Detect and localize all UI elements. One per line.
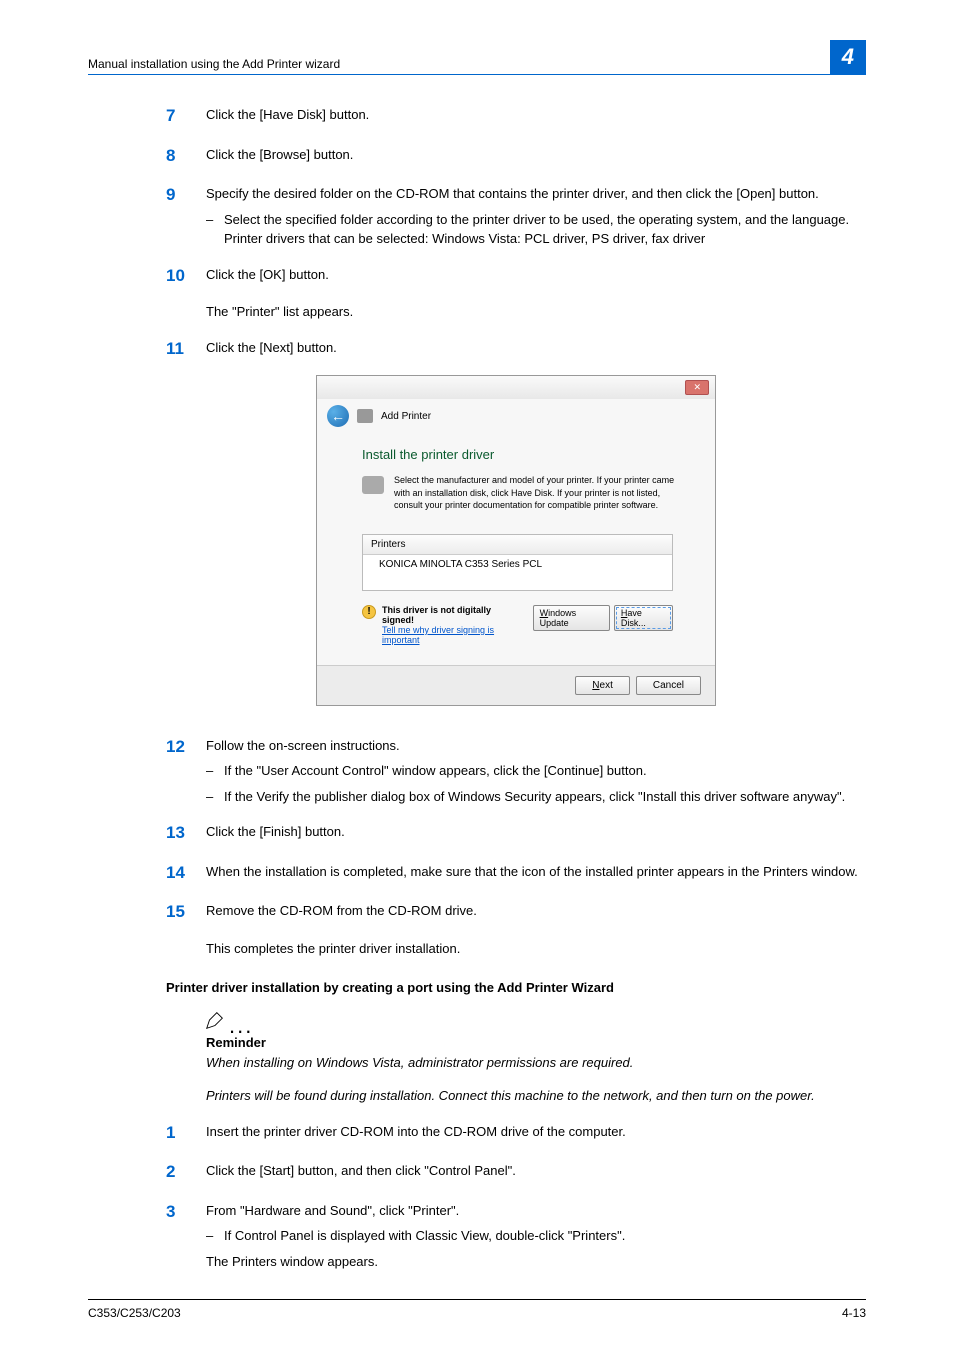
dash: – xyxy=(206,1226,224,1246)
step-text: Click the [Finish] button. xyxy=(206,820,866,846)
cancel-button: Cancel xyxy=(636,676,701,695)
step-number: 15 xyxy=(166,899,206,925)
dash: – xyxy=(206,210,224,249)
step-text: From "Hardware and Sound", click "Printe… xyxy=(206,1203,459,1218)
step-s2-2: 2 Click the [Start] button, and then cli… xyxy=(166,1159,866,1185)
sub-text: Select the specified folder according to… xyxy=(224,210,866,249)
step-10: 10 Click the [OK] button. xyxy=(166,263,866,289)
reminder-text: Printers will be found during installati… xyxy=(206,1086,866,1106)
step-11: 11 Click the [Next] button. xyxy=(166,336,866,362)
footer-right: 4-13 xyxy=(842,1306,866,1320)
step-7: 7 Click the [Have Disk] button. xyxy=(166,103,866,129)
step-number: 12 xyxy=(166,734,206,807)
sub-text: If Control Panel is displayed with Class… xyxy=(224,1226,625,1246)
step-9: 9 Specify the desired folder on the CD-R… xyxy=(166,182,866,249)
back-icon: ← xyxy=(327,405,349,427)
step-15: 15 Remove the CD-ROM from the CD-ROM dri… xyxy=(166,899,866,925)
step-text: Click the [Have Disk] button. xyxy=(206,103,866,129)
step-text: Click the [Browse] button. xyxy=(206,143,866,169)
step-note: The "Printer" list appears. xyxy=(206,302,866,322)
warning-link: Tell me why driver signing is important xyxy=(382,625,494,645)
step-number: 8 xyxy=(166,143,206,169)
dash: – xyxy=(206,761,224,781)
wizard-heading: Install the printer driver xyxy=(362,447,685,462)
step-text: Click the [Next] button. xyxy=(206,336,866,362)
step-text: Specify the desired folder on the CD-ROM… xyxy=(206,186,819,201)
reminder-text: When installing on Windows Vista, admini… xyxy=(206,1053,866,1073)
warning-text: This driver is not digitally signed! xyxy=(382,605,491,625)
dash: – xyxy=(206,787,224,807)
step-text: When the installation is completed, make… xyxy=(206,860,866,886)
section-heading: Printer driver installation by creating … xyxy=(166,980,866,995)
step-s2-1: 1 Insert the printer driver CD-ROM into … xyxy=(166,1120,866,1146)
close-icon: ✕ xyxy=(685,380,709,395)
page-header: Manual installation using the Add Printe… xyxy=(88,40,866,75)
wizard-screenshot: ✕ ← Add Printer Install the printer driv… xyxy=(316,375,716,706)
step-text: Remove the CD-ROM from the CD-ROM drive. xyxy=(206,899,866,925)
page-footer: C353/C253/C203 4-13 xyxy=(88,1299,866,1320)
step-number: 2 xyxy=(166,1159,206,1185)
step-text: Click the [OK] button. xyxy=(206,263,866,289)
window-title: Add Printer xyxy=(381,411,431,422)
step-number: 9 xyxy=(166,182,206,249)
windows-update-button: Windows Update xyxy=(533,605,610,631)
step-8: 8 Click the [Browse] button. xyxy=(166,143,866,169)
step-number: 1 xyxy=(166,1120,206,1146)
footer-left: C353/C253/C203 xyxy=(88,1306,181,1320)
step-number: 13 xyxy=(166,820,206,846)
step-number: 14 xyxy=(166,860,206,886)
header-title: Manual installation using the Add Printe… xyxy=(88,57,340,71)
step-s2-3: 3 From "Hardware and Sound", click "Prin… xyxy=(166,1199,866,1272)
reminder-label: Reminder xyxy=(206,1033,866,1053)
step-number: 11 xyxy=(166,336,206,362)
list-item: KONICA MINOLTA C353 Series PCL xyxy=(363,555,672,590)
chapter-number: 4 xyxy=(830,40,866,74)
wizard-description: Select the manufacturer and model of you… xyxy=(394,474,685,512)
list-header: Printers xyxy=(363,535,672,555)
sub-text: If the Verify the publisher dialog box o… xyxy=(224,787,845,807)
step-13: 13 Click the [Finish] button. xyxy=(166,820,866,846)
step-number: 10 xyxy=(166,263,206,289)
sub-text: If the "User Account Control" window app… xyxy=(224,761,647,781)
step-text: Follow the on-screen instructions. xyxy=(206,738,400,753)
pen-icon xyxy=(204,1009,226,1031)
printers-listbox: Printers KONICA MINOLTA C353 Series PCL xyxy=(362,534,673,591)
printer-icon xyxy=(362,476,384,494)
step-14: 14 When the installation is completed, m… xyxy=(166,860,866,886)
step-text: Insert the printer driver CD-ROM into th… xyxy=(206,1120,866,1146)
step-note: This completes the printer driver instal… xyxy=(206,939,866,959)
step-number: 7 xyxy=(166,103,206,129)
printer-icon xyxy=(357,409,373,423)
step-text: Click the [Start] button, and then click… xyxy=(206,1159,866,1185)
have-disk-button: Have Disk... xyxy=(614,605,673,631)
step-note: The Printers window appears. xyxy=(206,1252,866,1272)
step-number: 3 xyxy=(166,1199,206,1272)
next-button: Next xyxy=(575,676,630,695)
reminder-icon: ... xyxy=(204,1009,866,1031)
step-12: 12 Follow the on-screen instructions. –I… xyxy=(166,734,866,807)
warning-icon: ! xyxy=(362,605,376,619)
